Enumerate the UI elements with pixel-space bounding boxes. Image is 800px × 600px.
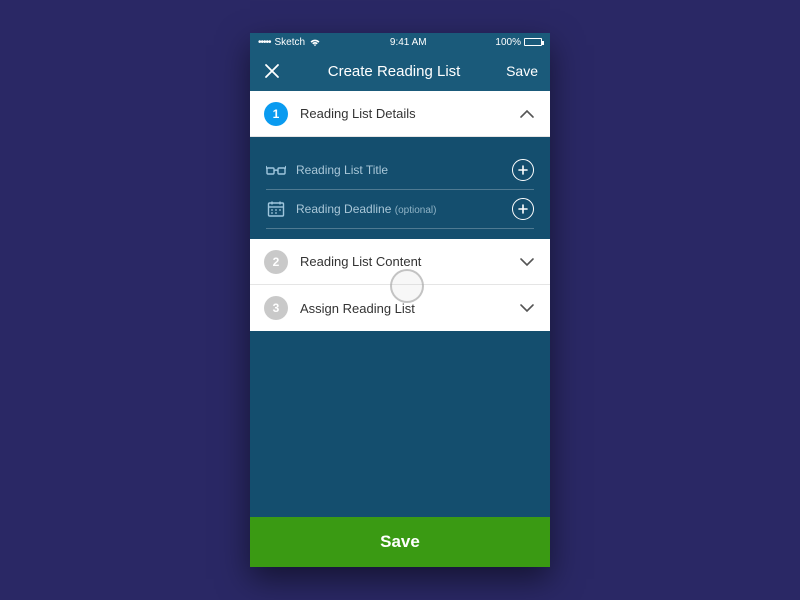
step-badge-3: 3 xyxy=(264,296,288,320)
field-label-deadline: Reading Deadline (optional) xyxy=(296,202,502,216)
status-time: 9:41 AM xyxy=(390,37,427,48)
signal-dots: ••••• xyxy=(258,37,271,48)
chevron-up-icon xyxy=(518,105,536,123)
status-battery: 100% xyxy=(495,37,542,48)
section-body-details: Reading List Title Reading Deadline (opt… xyxy=(250,137,550,239)
close-button[interactable] xyxy=(262,61,282,81)
section-title-content: Reading List Content xyxy=(300,254,506,269)
nav-bar: Create Reading List Save xyxy=(250,51,550,91)
calendar-icon xyxy=(266,199,286,219)
page-title: Create Reading List xyxy=(328,63,461,80)
field-label-title: Reading List Title xyxy=(296,163,502,177)
field-reading-deadline[interactable]: Reading Deadline (optional) xyxy=(266,190,534,229)
step-badge-2: 2 xyxy=(264,250,288,274)
chevron-down-icon xyxy=(518,253,536,271)
content-filler xyxy=(250,331,550,517)
battery-percent: 100% xyxy=(495,37,521,48)
battery-icon xyxy=(524,38,542,46)
status-left: ••••• Sketch xyxy=(258,37,321,48)
save-button[interactable]: Save xyxy=(250,517,550,567)
wifi-icon xyxy=(309,38,321,47)
glasses-icon xyxy=(266,160,286,180)
phone-screen: ••••• Sketch 9:41 AM 100% Create Reading… xyxy=(250,33,550,567)
section-header-assign[interactable]: 3 Assign Reading List xyxy=(250,285,550,331)
field-reading-list-title[interactable]: Reading List Title xyxy=(266,151,534,190)
carrier-label: Sketch xyxy=(275,37,306,48)
section-header-content[interactable]: 2 Reading List Content xyxy=(250,239,550,285)
add-title-button[interactable] xyxy=(512,159,534,181)
section-title-assign: Assign Reading List xyxy=(300,301,506,316)
section-title-details: Reading List Details xyxy=(300,106,506,121)
step-badge-1: 1 xyxy=(264,102,288,126)
chevron-down-icon xyxy=(518,299,536,317)
section-header-details[interactable]: 1 Reading List Details xyxy=(250,91,550,137)
status-bar: ••••• Sketch 9:41 AM 100% xyxy=(250,33,550,51)
nav-save-button[interactable]: Save xyxy=(506,63,538,79)
add-deadline-button[interactable] xyxy=(512,198,534,220)
